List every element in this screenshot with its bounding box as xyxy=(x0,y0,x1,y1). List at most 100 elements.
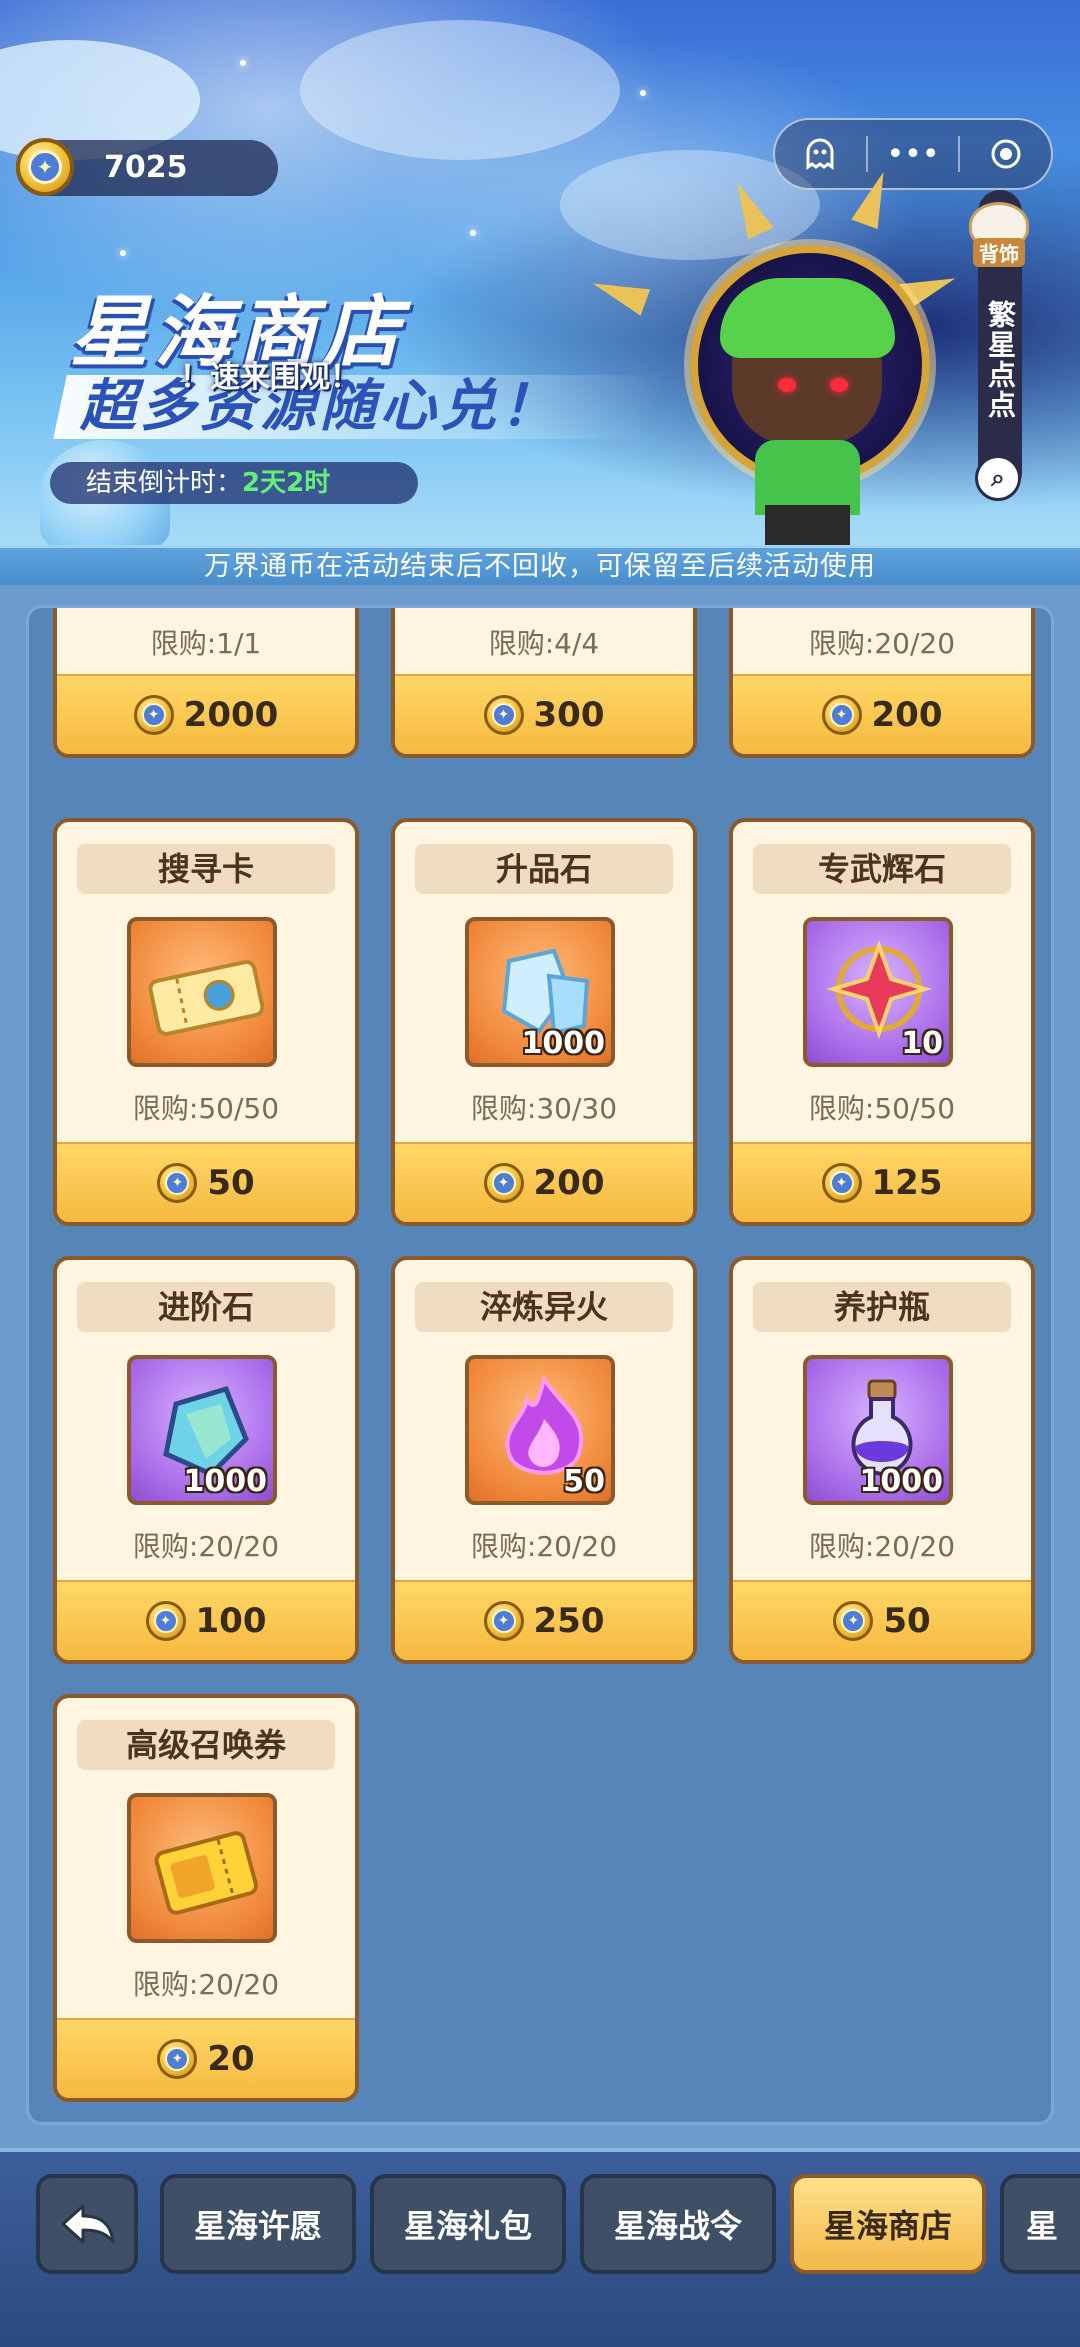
subtitle-text: 超多资源随心兑！ xyxy=(80,374,560,439)
summon-ticket-icon xyxy=(154,1831,258,1915)
bottom-nav: 星海许愿 星海礼包 星海战令 星海商店 星 xyxy=(0,2148,1080,2347)
item-icon-box: 1000 xyxy=(465,917,615,1067)
tab-battle-pass[interactable]: 星海战令 xyxy=(580,2174,776,2274)
shop-item-card[interactable]: 淬炼异火 50 限购:20/20 ✦ 250 xyxy=(391,1256,697,1664)
star-decor xyxy=(120,250,126,256)
close-target-icon[interactable] xyxy=(960,118,1051,190)
price-button[interactable]: ✦ 50 xyxy=(57,1142,355,1222)
item-limit: 限购:1/1 xyxy=(150,627,262,660)
price-button[interactable]: ✦ 20 xyxy=(57,2018,355,2098)
shop-item-card[interactable]: 限购:4/4 ✦ 300 xyxy=(391,608,697,758)
star-decor xyxy=(240,60,246,66)
price-button[interactable]: ✦ 125 xyxy=(733,1142,1031,1222)
item-quantity: 1000 xyxy=(521,1026,606,1061)
item-icon-box: 1000 xyxy=(127,1355,277,1505)
item-name: 养护瓶 xyxy=(753,1282,1011,1332)
countdown-timer: 结束倒计时：2天2时 xyxy=(50,462,418,504)
currency-amount: 7025 xyxy=(104,150,188,185)
coin-icon: ✦ xyxy=(821,1163,862,1203)
side-label: 繁星点点 xyxy=(984,300,1017,420)
item-price: 50 xyxy=(207,1163,255,1203)
item-price: 20 xyxy=(207,2039,255,2079)
miniprogram-capsule: ••• xyxy=(773,118,1053,190)
item-price: 200 xyxy=(871,695,943,735)
search-icon[interactable]: ⌕ xyxy=(975,455,1021,501)
item-price: 100 xyxy=(195,1601,267,1641)
item-quantity: 50 xyxy=(563,1464,605,1499)
character-body xyxy=(755,440,860,515)
item-limit: 限购:50/50 xyxy=(132,1092,280,1125)
event-banner: ✦ 7025 ••• 星海商店 超多资源随心兑！ ！速来围观！ 结束倒计时：2天… xyxy=(0,0,1080,545)
item-quantity: 1000 xyxy=(859,1464,944,1499)
price-button[interactable]: ✦ 300 xyxy=(395,674,693,754)
item-limit: 限购:20/20 xyxy=(132,1968,280,2001)
item-limit: 限购:20/20 xyxy=(808,627,956,660)
countdown-label: 结束倒计时： xyxy=(86,468,243,498)
shop-item-card[interactable]: 升品石 1000 限购:30/30 ✦ 200 xyxy=(391,818,697,1226)
coin-icon: ✦ xyxy=(821,695,862,735)
tab-more[interactable]: 星 xyxy=(1000,2174,1080,2274)
character-legs xyxy=(765,505,850,545)
price-button[interactable]: ✦ 100 xyxy=(57,1580,355,1660)
coin-icon: ✦ xyxy=(157,1163,198,1203)
item-price: 300 xyxy=(533,695,605,735)
item-price: 250 xyxy=(533,1601,605,1641)
item-icon-box: 1000 xyxy=(803,1355,953,1505)
shop-item-card[interactable]: 限购:1/1 ✦ 2000 xyxy=(53,608,359,758)
item-quantity: 10 xyxy=(901,1026,943,1061)
countdown-value: 2天2时 xyxy=(242,468,331,498)
item-limit: 限购:30/30 xyxy=(470,1092,618,1125)
item-icon-box xyxy=(127,917,277,1067)
coin-icon: ✦ xyxy=(483,695,524,735)
ghost-icon[interactable] xyxy=(775,118,866,190)
price-button[interactable]: ✦ 2000 xyxy=(57,674,355,754)
price-button[interactable]: ✦ 200 xyxy=(733,674,1031,754)
item-limit: 限购:50/50 xyxy=(808,1092,956,1125)
coin-icon: ✦ xyxy=(483,1163,524,1203)
coin-icon: ✦ xyxy=(157,2039,198,2079)
item-name: 搜寻卡 xyxy=(77,844,335,894)
shop-item-card[interactable]: 搜寻卡 限购:50/50 ✦ 50 xyxy=(53,818,359,1226)
back-arrow-icon xyxy=(61,2204,115,2244)
shop-item-card[interactable]: 进阶石 1000 限购:20/20 ✦ 100 xyxy=(53,1256,359,1664)
coin-icon: ✦ xyxy=(133,695,174,735)
item-name: 专武辉石 xyxy=(753,844,1011,894)
star-decor xyxy=(640,90,646,96)
shop-panel[interactable]: 限购:1/1 ✦ 2000 限购:4/4 ✦ 300 限购:20/20 ✦ 20… xyxy=(26,605,1054,2125)
shop-item-card[interactable]: 专武辉石 10 限购:50/50 ✦ 125 xyxy=(729,818,1035,1226)
item-name: 淬炼异火 xyxy=(415,1282,673,1332)
item-price: 50 xyxy=(883,1601,931,1641)
currency-notice: 万界通币在活动结束后不回收，可保留至后续活动使用 xyxy=(0,545,1080,585)
tab-wish[interactable]: 星海许愿 xyxy=(160,2174,356,2274)
shop-item-card[interactable]: 高级召唤券 限购:20/20 ✦ 20 xyxy=(53,1694,359,2102)
title-tag: ！速来围观！ xyxy=(180,360,360,395)
backpiece-badge-label: 背饰 xyxy=(973,238,1025,267)
halo-spike-decor xyxy=(587,270,651,316)
shop-item-card[interactable]: 养护瓶 1000 限购:20/20 ✦ 50 xyxy=(729,1256,1035,1664)
coin-icon: ✦ xyxy=(145,1601,186,1641)
back-button[interactable] xyxy=(36,2174,138,2274)
item-limit: 限购:20/20 xyxy=(470,1530,618,1563)
ticket-icon xyxy=(148,960,265,1036)
tab-shop[interactable]: 星海商店 xyxy=(790,2174,986,2274)
item-icon-box: 10 xyxy=(803,917,953,1067)
item-limit: 限购:20/20 xyxy=(132,1530,280,1563)
currency-display: ✦ 7025 xyxy=(16,138,278,196)
tab-gift-pack[interactable]: 星海礼包 xyxy=(370,2174,566,2274)
character-eye xyxy=(830,378,848,392)
cloud-decor xyxy=(300,20,620,160)
item-name: 升品石 xyxy=(415,844,673,894)
item-icon-box xyxy=(127,1793,277,1943)
backpiece-badge: 背饰 xyxy=(966,185,1032,267)
subtitle-banner: 超多资源随心兑！ xyxy=(53,374,667,439)
shop-item-card[interactable]: 限购:20/20 ✦ 200 xyxy=(729,608,1035,758)
item-price: 2000 xyxy=(183,695,279,735)
item-name: 高级召唤券 xyxy=(77,1720,335,1770)
item-price: 200 xyxy=(533,1163,605,1203)
item-limit: 限购:4/4 xyxy=(488,627,600,660)
price-button[interactable]: ✦ 200 xyxy=(395,1142,693,1222)
price-button[interactable]: ✦ 50 xyxy=(733,1580,1031,1660)
item-price: 125 xyxy=(871,1163,943,1203)
coin-icon: ✦ xyxy=(483,1601,524,1641)
price-button[interactable]: ✦ 250 xyxy=(395,1580,693,1660)
